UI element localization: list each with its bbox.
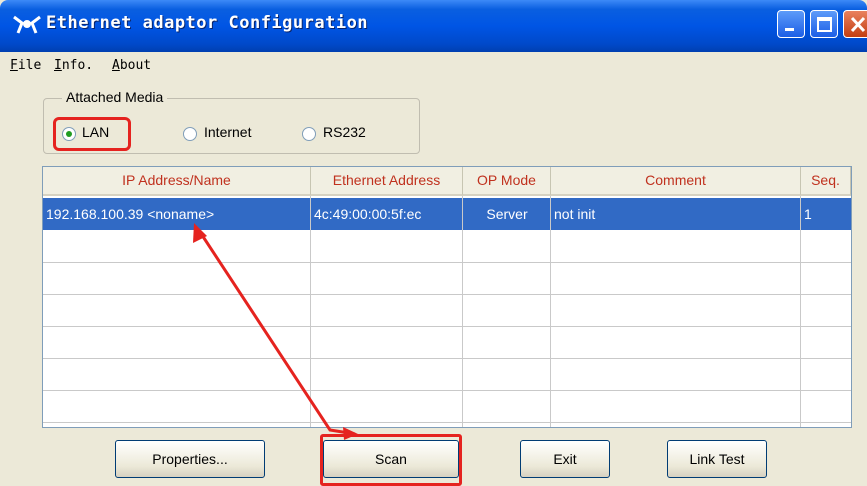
grid-line — [43, 294, 851, 295]
scan-highlight-box — [320, 434, 462, 486]
grid-line — [43, 326, 851, 327]
table-row[interactable]: 192.168.100.39 <noname> 4c:49:00:00:5f:e… — [43, 198, 851, 230]
menu-file[interactable]: File — [10, 58, 41, 73]
minimize-button[interactable] — [777, 10, 805, 38]
column-header-opmode[interactable]: OP Mode — [463, 167, 551, 196]
grid-line — [43, 262, 851, 263]
cell-ip: 192.168.100.39 <noname> — [46, 206, 215, 222]
radio-rs232[interactable] — [302, 127, 316, 141]
column-header-ip[interactable]: IP Address/Name — [43, 167, 311, 196]
cell-comment: not init — [554, 206, 596, 222]
menu-bar: File Info. About — [0, 52, 867, 80]
menu-info[interactable]: Info. — [54, 58, 93, 73]
menu-about-label: bout — [119, 58, 152, 73]
close-button[interactable] — [843, 10, 867, 38]
cell-ethernet: 4c:49:00:00:5f:ec — [314, 206, 422, 222]
grid-line — [43, 358, 851, 359]
attached-media-label: Attached Media — [62, 89, 168, 105]
grid-line — [43, 422, 851, 423]
exit-button[interactable]: Exit — [520, 440, 610, 478]
grid-line — [462, 196, 463, 427]
lan-highlight-box — [53, 117, 131, 151]
column-header-comment[interactable]: Comment — [551, 167, 801, 196]
radio-internet[interactable] — [183, 127, 197, 141]
network-icon — [13, 15, 41, 34]
menu-file-mnemonic: F — [10, 58, 18, 73]
maximize-icon — [817, 17, 832, 32]
menu-about[interactable]: About — [112, 58, 151, 73]
grid-line — [43, 390, 851, 391]
properties-button[interactable]: Properties... — [115, 440, 265, 478]
cell-opmode: Server — [486, 206, 528, 222]
radio-rs232-label[interactable]: RS232 — [323, 124, 366, 140]
grid-line — [310, 196, 311, 427]
menu-info-mnemonic: I — [54, 58, 62, 73]
menu-info-label: nfo. — [61, 58, 94, 73]
link-test-button[interactable]: Link Test — [667, 440, 767, 478]
maximize-button[interactable] — [810, 10, 838, 38]
column-header-seq[interactable]: Seq. — [801, 167, 851, 196]
title-bar[interactable]: Ethernet adaptor Configuration — [0, 0, 867, 52]
window-title: Ethernet adaptor Configuration — [46, 13, 369, 33]
device-list[interactable]: IP Address/Name Ethernet Address OP Mode… — [42, 166, 852, 428]
grid-line — [800, 196, 801, 427]
grid-line — [550, 196, 551, 427]
menu-file-label: ile — [17, 58, 42, 73]
cell-seq: 1 — [804, 206, 812, 222]
minimize-icon — [785, 28, 794, 31]
column-header-ethernet[interactable]: Ethernet Address — [311, 167, 463, 196]
radio-internet-label[interactable]: Internet — [204, 124, 251, 140]
menu-about-mnemonic: A — [112, 58, 120, 73]
close-icon — [850, 16, 866, 33]
